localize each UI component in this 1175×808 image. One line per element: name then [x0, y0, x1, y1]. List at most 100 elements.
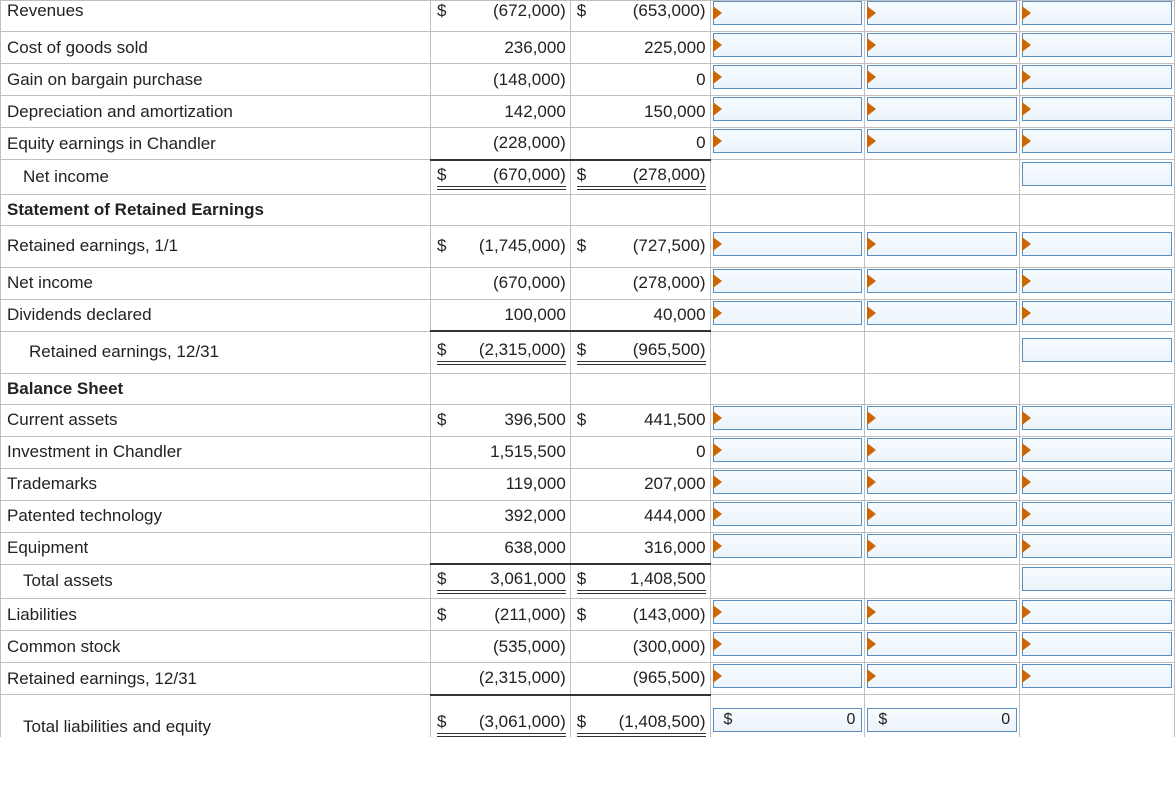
value-input[interactable] — [713, 65, 863, 89]
cell-value: (211,000) — [447, 605, 566, 625]
value-input[interactable]: $0 — [713, 708, 863, 732]
value-input[interactable] — [1022, 534, 1172, 558]
cell-value: (143,000) — [586, 605, 705, 625]
cell-value: 142,000 — [437, 102, 566, 122]
value-input[interactable] — [1022, 232, 1172, 256]
value-input[interactable] — [713, 1, 863, 25]
value-input[interactable] — [1022, 406, 1172, 430]
table-row: Depreciation and amortization142,000150,… — [1, 96, 1175, 128]
value-input[interactable] — [867, 129, 1017, 153]
number-cell: 236,000 — [431, 32, 571, 64]
input-cell — [1020, 599, 1175, 631]
row-label: Net income — [1, 267, 431, 299]
value-input[interactable] — [867, 232, 1017, 256]
value-input[interactable] — [713, 129, 863, 153]
number-cell: $(965,500) — [570, 331, 710, 373]
value-input[interactable] — [867, 33, 1017, 57]
value-input[interactable] — [713, 269, 863, 293]
value-input[interactable] — [867, 301, 1017, 325]
value-input[interactable] — [867, 1, 1017, 25]
input-cell — [865, 64, 1020, 96]
row-label: Current assets — [1, 404, 431, 436]
value-input[interactable] — [867, 470, 1017, 494]
value-input[interactable] — [867, 502, 1017, 526]
number-cell: (148,000) — [431, 64, 571, 96]
value-input[interactable] — [867, 438, 1017, 462]
table-row: Revenues$(672,000)$(653,000) — [1, 1, 1175, 32]
value-input[interactable] — [867, 664, 1017, 688]
value-input[interactable] — [1022, 162, 1172, 186]
number-cell: $(727,500) — [570, 225, 710, 267]
value-input[interactable] — [1022, 600, 1172, 624]
value-input[interactable] — [713, 534, 863, 558]
input-cell — [865, 299, 1020, 331]
cell-value: 236,000 — [437, 38, 566, 58]
number-cell: (278,000) — [570, 267, 710, 299]
value-input[interactable] — [1022, 33, 1172, 57]
value-input[interactable] — [713, 232, 863, 256]
input-cell — [865, 631, 1020, 663]
number-cell: 316,000 — [570, 532, 710, 564]
value-input[interactable] — [713, 97, 863, 121]
cell-value: 441,500 — [586, 410, 705, 430]
value-input[interactable] — [1022, 664, 1172, 688]
value-input[interactable] — [713, 301, 863, 325]
number-cell: $(2,315,000) — [431, 331, 571, 373]
number-cell: 444,000 — [570, 500, 710, 532]
number-cell: $(211,000) — [431, 599, 571, 631]
value-input[interactable] — [713, 470, 863, 494]
number-cell: $396,500 — [431, 404, 571, 436]
input-cell — [710, 404, 865, 436]
value-input[interactable] — [1022, 65, 1172, 89]
value-input[interactable] — [713, 664, 863, 688]
number-cell: $3,061,000 — [431, 564, 571, 599]
value-input[interactable] — [1022, 502, 1172, 526]
number-cell: $(670,000) — [431, 160, 571, 195]
cell-value: 316,000 — [577, 538, 706, 558]
value-input[interactable] — [1022, 567, 1172, 591]
input-cell — [710, 299, 865, 331]
value-input[interactable] — [867, 406, 1017, 430]
currency-symbol: $ — [577, 340, 586, 360]
number-cell: $(653,000) — [570, 1, 710, 32]
cell-value: 444,000 — [577, 506, 706, 526]
input-cell — [865, 96, 1020, 128]
cell-value: 207,000 — [577, 474, 706, 494]
input-cell — [710, 267, 865, 299]
value-input[interactable] — [867, 632, 1017, 656]
value-input[interactable]: $0 — [867, 708, 1017, 732]
row-label: Statement of Retained Earnings — [1, 194, 431, 225]
table-row: Investment in Chandler1,515,5000 — [1, 436, 1175, 468]
value-input[interactable] — [867, 65, 1017, 89]
value-input[interactable] — [1022, 301, 1172, 325]
value-input[interactable] — [713, 438, 863, 462]
cell-value: (148,000) — [437, 70, 566, 90]
value-input[interactable] — [1022, 129, 1172, 153]
input-cell — [1020, 532, 1175, 564]
value-input[interactable] — [867, 269, 1017, 293]
value-input[interactable] — [713, 502, 863, 526]
value-input[interactable] — [867, 97, 1017, 121]
value-input[interactable] — [713, 33, 863, 57]
cell-value: (228,000) — [437, 133, 566, 153]
value-input[interactable] — [713, 600, 863, 624]
value-input[interactable] — [713, 632, 863, 656]
table-row: Net income$(670,000)$(278,000) — [1, 160, 1175, 195]
value-input[interactable] — [1022, 470, 1172, 494]
cell-value: 392,000 — [437, 506, 566, 526]
value-input[interactable] — [1022, 338, 1172, 362]
number-cell: (965,500) — [570, 663, 710, 695]
value-input[interactable] — [1022, 1, 1172, 25]
input-cell — [1020, 267, 1175, 299]
value-input[interactable] — [867, 600, 1017, 624]
number-cell: 100,000 — [431, 299, 571, 331]
value-input[interactable] — [1022, 269, 1172, 293]
value-input[interactable] — [1022, 632, 1172, 656]
value-input[interactable] — [713, 406, 863, 430]
number-cell: $(1,745,000) — [431, 225, 571, 267]
value-input[interactable] — [867, 534, 1017, 558]
value-input[interactable] — [1022, 97, 1172, 121]
row-label: Total liabilities and equity — [1, 695, 431, 737]
value-input[interactable] — [1022, 438, 1172, 462]
cell-value: 638,000 — [437, 538, 566, 558]
